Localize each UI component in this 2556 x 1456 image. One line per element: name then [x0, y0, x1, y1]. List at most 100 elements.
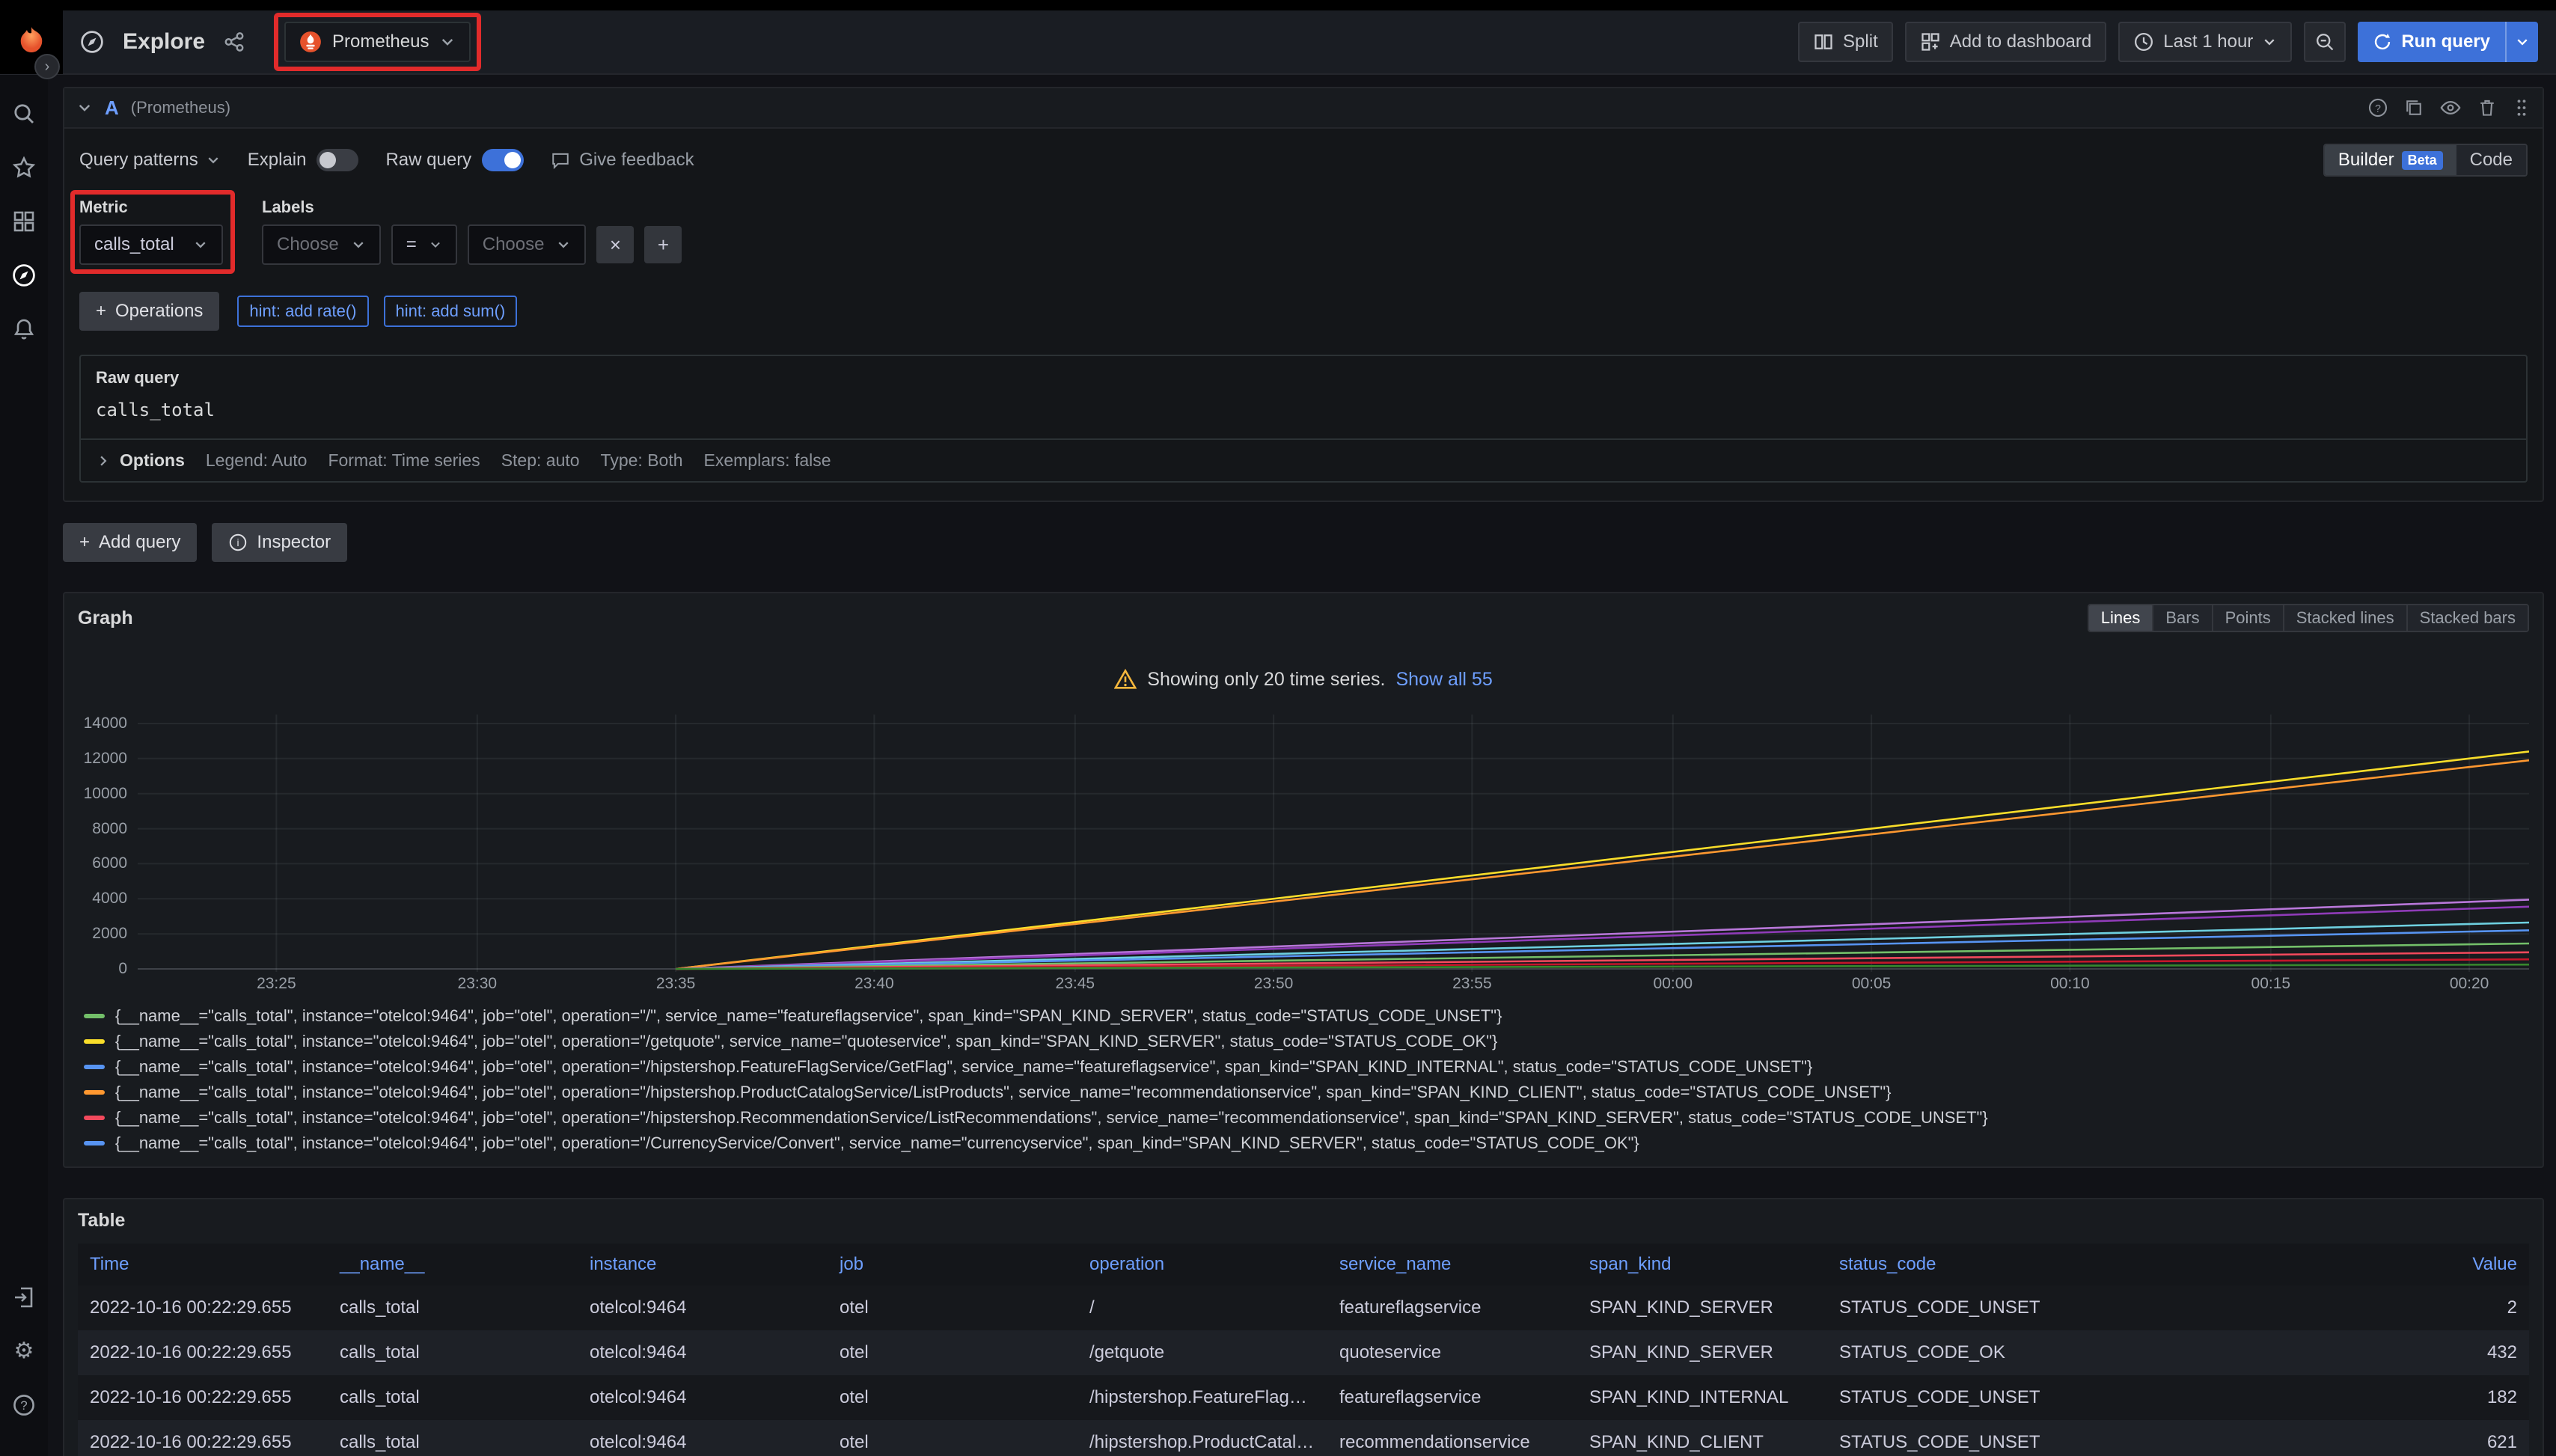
- legend-item[interactable]: {__name__="calls_total", instance="otelc…: [84, 1083, 2529, 1102]
- metric-select[interactable]: calls_total: [79, 224, 223, 265]
- table-cell: otel: [828, 1285, 1077, 1330]
- run-query-button[interactable]: Run query: [2358, 22, 2505, 62]
- table-cell: otel: [828, 1330, 1077, 1375]
- svg-text:?: ?: [2375, 102, 2381, 114]
- y-tick-label: 8000: [92, 820, 127, 838]
- give-feedback-button[interactable]: Give feedback: [551, 150, 694, 171]
- sidebar-item-help[interactable]: ?: [6, 1387, 42, 1423]
- share-icon[interactable]: [218, 26, 250, 58]
- options-expander[interactable]: Options: [96, 450, 185, 471]
- sidebar: ⚙ ?: [0, 75, 48, 1456]
- builder-mode-button[interactable]: Builder Beta: [2325, 145, 2456, 175]
- column-header-time[interactable]: Time: [78, 1244, 328, 1285]
- add-query-button[interactable]: + Add query: [63, 523, 197, 562]
- inspector-button[interactable]: i Inspector: [212, 523, 347, 562]
- bell-icon: [12, 317, 36, 341]
- column-header-instance[interactable]: instance: [578, 1244, 828, 1285]
- raw-query-value: calls_total: [96, 400, 2511, 420]
- table-cell: 2022-10-16 00:22:29.655: [78, 1330, 328, 1375]
- dashboards-grid-icon: [12, 209, 36, 233]
- label-key-select[interactable]: Choose: [262, 224, 381, 265]
- page-title: Explore: [123, 29, 205, 55]
- query-toolbar: Query patterns Explain Raw query Give fe…: [79, 144, 2528, 177]
- sidebar-item-dashboards[interactable]: [6, 204, 42, 239]
- column-header-spankind[interactable]: span_kind: [1577, 1244, 1827, 1285]
- column-header-value[interactable]: Value: [2077, 1244, 2529, 1285]
- table-row: 2022-10-16 00:22:29.655calls_totalotelco…: [78, 1285, 2529, 1330]
- run-query-dropdown[interactable]: [2505, 22, 2538, 62]
- graph-mode-bars[interactable]: Bars: [2152, 605, 2211, 631]
- query-patterns-dropdown[interactable]: Query patterns: [79, 150, 221, 171]
- query-help-icon[interactable]: ?: [2367, 97, 2388, 118]
- column-header-servicename[interactable]: service_name: [1327, 1244, 1577, 1285]
- sidebar-item-configuration[interactable]: ⚙: [6, 1333, 42, 1369]
- label-operator-select[interactable]: =: [391, 224, 457, 265]
- label-value-select[interactable]: Choose: [468, 224, 587, 265]
- search-minus-icon: [2314, 31, 2335, 52]
- table-cell: SPAN_KIND_CLIENT: [1577, 1420, 1827, 1456]
- graph-mode-lines[interactable]: Lines: [2089, 605, 2153, 631]
- operations-button[interactable]: + Operations: [79, 292, 219, 331]
- zoom-out-time-button[interactable]: [2304, 22, 2346, 62]
- graph-mode-stacked-bars[interactable]: Stacked bars: [2406, 605, 2528, 631]
- legend-item[interactable]: {__name__="calls_total", instance="otelc…: [84, 1057, 2529, 1077]
- query-row-header: A (Prometheus) ?: [64, 88, 2543, 129]
- hint-chip-0[interactable]: hint: add rate(): [237, 296, 368, 327]
- x-axis: 23:2523:3023:3523:4023:4523:5023:5500:00…: [138, 972, 2529, 994]
- hide-query-eye-icon[interactable]: [2439, 97, 2462, 119]
- hint-chip-1[interactable]: hint: add sum(): [384, 296, 518, 327]
- explain-label: Explain: [248, 150, 307, 171]
- raw-query-toggle[interactable]: [482, 149, 524, 171]
- table-cell: /hipstershop.FeatureFlagService/GetFlag: [1077, 1375, 1327, 1420]
- table-cell: calls_total: [328, 1285, 578, 1330]
- plus-icon: +: [96, 301, 106, 322]
- x-tick-label: 23:50: [1254, 975, 1294, 993]
- table-cell: 2: [2077, 1285, 2529, 1330]
- sidebar-item-search[interactable]: [6, 96, 42, 132]
- labels-block: Labels Choose = Choose: [262, 198, 682, 265]
- sidebar-expand-button[interactable]: ›: [34, 54, 60, 79]
- column-header-statuscode[interactable]: status_code: [1827, 1244, 2077, 1285]
- duplicate-query-icon[interactable]: [2403, 97, 2424, 118]
- split-button[interactable]: Split: [1798, 22, 1893, 62]
- remove-label-button[interactable]: ×: [596, 226, 634, 263]
- table-cell: STATUS_CODE_UNSET: [1827, 1420, 2077, 1456]
- legend-item[interactable]: {__name__="calls_total", instance="otelc…: [84, 1108, 2529, 1128]
- show-all-series-link[interactable]: Show all 55: [1395, 669, 1492, 691]
- time-range-picker[interactable]: Last 1 hour: [2118, 22, 2292, 62]
- grafana-logo-icon: [15, 25, 48, 58]
- sidebar-item-sign-in[interactable]: [6, 1279, 42, 1315]
- sidebar-item-starred[interactable]: [6, 150, 42, 186]
- table-cell: quoteservice: [1327, 1330, 1577, 1375]
- options-summary: Legend: AutoFormat: Time seriesStep: aut…: [206, 450, 831, 471]
- sync-icon: [2373, 32, 2392, 52]
- legend: {__name__="calls_total", instance="otelc…: [84, 1006, 2529, 1156]
- option-summary-item: Legend: Auto: [206, 450, 308, 471]
- help-circle-icon: ?: [12, 1393, 36, 1417]
- drag-handle-icon[interactable]: [2513, 97, 2531, 118]
- add-to-dashboard-button[interactable]: Add to dashboard: [1905, 22, 2106, 62]
- column-header-name[interactable]: __name__: [328, 1244, 578, 1285]
- chevron-down-icon: [439, 34, 456, 50]
- datasource-picker[interactable]: Prometheus: [284, 22, 471, 62]
- explore-content: A (Prometheus) ? Query patterns Explain: [63, 75, 2544, 1456]
- plot-area[interactable]: [138, 715, 2529, 972]
- graph-mode-stacked-lines[interactable]: Stacked lines: [2283, 605, 2406, 631]
- legend-item[interactable]: {__name__="calls_total", instance="otelc…: [84, 1134, 2529, 1153]
- collapse-chevron-icon[interactable]: [76, 100, 93, 116]
- sidebar-item-alerting[interactable]: [6, 311, 42, 347]
- chevron-down-icon: [2262, 34, 2277, 49]
- add-label-button[interactable]: +: [644, 226, 682, 263]
- legend-item[interactable]: {__name__="calls_total", instance="otelc…: [84, 1032, 2529, 1051]
- legend-item[interactable]: {__name__="calls_total", instance="otelc…: [84, 1006, 2529, 1026]
- column-header-job[interactable]: job: [828, 1244, 1077, 1285]
- graph-mode-points[interactable]: Points: [2212, 605, 2283, 631]
- option-summary-item: Format: Time series: [328, 450, 480, 471]
- sidebar-item-explore[interactable]: [6, 257, 42, 293]
- delete-query-trash-icon[interactable]: [2477, 97, 2498, 118]
- explain-toggle[interactable]: [317, 149, 358, 171]
- y-axis: 02000400060008000100001200014000: [78, 715, 138, 972]
- code-mode-button[interactable]: Code: [2456, 145, 2526, 175]
- table-row: 2022-10-16 00:22:29.655calls_totalotelco…: [78, 1420, 2529, 1456]
- column-header-operation[interactable]: operation: [1077, 1244, 1327, 1285]
